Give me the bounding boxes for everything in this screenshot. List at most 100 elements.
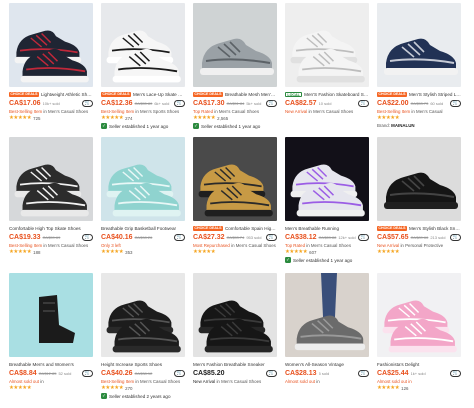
ranking-info[interactable]: Best-Selling Item in Men's Sports Shoes xyxy=(101,108,185,115)
ranking-key: New Arrival xyxy=(193,379,216,384)
ranking-info[interactable]: New Arrival in Men's Casual Shoes xyxy=(193,378,277,385)
product-card-6[interactable]: Comfortable High Top Skate Shoes CA$19.3… xyxy=(9,137,93,273)
ranking-info[interactable]: Almost sold out in xyxy=(377,378,461,385)
product-card-12[interactable]: Height Increase Sports Shoes CA$40.26 CA… xyxy=(101,273,185,403)
product-image[interactable] xyxy=(9,273,93,357)
product-card-3[interactable]: CHOICE DEALS Breathable Mesh Men's Runni… xyxy=(193,3,277,137)
shopping-cart-icon: 🛒 xyxy=(360,100,367,105)
product-title[interactable]: Breathable Grip Basketball Footwear xyxy=(101,226,185,231)
sold-count: 10k+ sold xyxy=(42,100,60,106)
product-card-5[interactable]: CHOICE DEALS Men'S Stylish Striped Lace-… xyxy=(377,3,461,137)
product-image[interactable] xyxy=(9,137,93,221)
add-to-cart-button[interactable]: 🛒 xyxy=(358,99,369,107)
ranking-info[interactable]: Best-Selling Item in Men's Casual Shoes xyxy=(101,378,185,385)
product-card-9[interactable]: Men's Breathable Running CA$38.12 CA$28.… xyxy=(285,137,369,273)
ranking-info[interactable]: Most Repurchased in Men's Casual Shoes xyxy=(193,242,277,249)
product-card-14[interactable]: Women's All-Season Vintage CA$28.13 5 so… xyxy=(285,273,369,403)
product-card-2[interactable]: CHOICE DEALS Men's Lace-Up Skate Sneaker… xyxy=(101,3,185,137)
rating-row: ★★★★★ 607 xyxy=(285,249,369,256)
title-row: CHOICE DEALS Men'S Stylish Striped Lace-… xyxy=(377,90,461,98)
product-card-13[interactable]: Men's Fashion Breathable Sneaker CA$85.2… xyxy=(193,273,277,403)
add-to-cart-button[interactable]: 🛒 xyxy=(450,369,461,377)
add-to-cart-button[interactable]: 🛒 xyxy=(174,99,185,107)
product-price: CA$22.00 xyxy=(377,99,409,107)
product-title[interactable]: Men'S Fashion Skateboard Sport xyxy=(304,92,369,97)
product-card-1[interactable]: CHOICE DEALS Lightweight Athletic Shoes … xyxy=(9,3,93,137)
product-card-8[interactable]: CHOICE DEALS Comfortable Spain High Top … xyxy=(193,137,277,273)
rating-row: ★★★★★ xyxy=(9,385,93,392)
price-row: CA$40.26 CA$38.12 🛒 xyxy=(101,368,185,378)
product-image[interactable] xyxy=(285,273,369,357)
ranking-info[interactable]: Only 3 left xyxy=(101,242,185,249)
ranking-category: in Men's Casual Shoes xyxy=(214,109,260,114)
rating-count: 353 xyxy=(125,250,133,255)
product-title[interactable]: Breathable Mesh Men's Running xyxy=(225,92,277,97)
title-row: CHOICE DEALS Lightweight Athletic Shoes xyxy=(9,90,93,98)
product-card-11[interactable]: Breathable Men's and Women's CA$8.84 CA$… xyxy=(9,273,93,403)
add-to-cart-button[interactable]: 🛒 xyxy=(450,233,461,241)
ranking-info[interactable]: Almost sold out in xyxy=(285,378,369,385)
product-card-4[interactable]: LOCAL Men'S Fashion Skateboard Sport CA$… xyxy=(285,3,369,137)
ranking-info[interactable]: New Arrival in Personal Protective xyxy=(377,242,461,249)
add-to-cart-button[interactable]: 🛒 xyxy=(82,99,93,107)
ranking-info[interactable]: New Arrival in Men's Casual Shoes xyxy=(285,108,369,115)
product-price: CA$57.65 xyxy=(377,233,409,241)
product-image[interactable] xyxy=(285,3,369,87)
product-image[interactable] xyxy=(193,273,277,357)
product-title[interactable]: Fashionista's Delight xyxy=(377,362,461,367)
ranking-category: in Men's Sports Shoes xyxy=(135,109,180,114)
ranking-category: in Men's Casual Shoes xyxy=(306,243,352,248)
product-image[interactable] xyxy=(193,3,277,87)
deal-tag: CHOICE DEALS xyxy=(193,91,223,97)
price-row: CA$19.33 CA$59.69 🛒 xyxy=(9,232,93,242)
ranking-info[interactable]: Best-Selling Item in Men's Casual xyxy=(377,108,461,115)
add-to-cart-button[interactable]: 🛒 xyxy=(358,369,369,377)
price-row: CA$8.84 CA$12.85 52 sold 🛒 xyxy=(9,368,93,378)
product-title[interactable]: Women's All-Season Vintage xyxy=(285,362,369,367)
product-title[interactable]: Men's Stylish Black Sneakers xyxy=(409,226,461,231)
add-to-cart-button[interactable]: 🛒 xyxy=(266,233,277,241)
product-card-7[interactable]: Breathable Grip Basketball Footwear CA$4… xyxy=(101,137,185,273)
ranking-info[interactable]: Top Rated in Men's Casual Shoes xyxy=(285,242,369,249)
product-image[interactable] xyxy=(193,137,277,221)
add-to-cart-button[interactable]: 🛒 xyxy=(450,99,461,107)
product-price: CA$85.20 xyxy=(193,369,225,377)
ranking-key: Top Rated xyxy=(193,109,214,114)
product-title[interactable]: Men'S Stylish Striped Lace-Up xyxy=(409,92,461,97)
ranking-info[interactable]: Top Rated in Men's Casual Shoes xyxy=(193,108,277,115)
ranking-category: in xyxy=(316,379,320,384)
product-image[interactable] xyxy=(101,273,185,357)
ranking-info[interactable]: Best-Selling Item in Men's Casual Shoes xyxy=(9,242,93,249)
product-image[interactable] xyxy=(377,273,461,357)
add-to-cart-button[interactable]: 🛒 xyxy=(174,369,185,377)
add-to-cart-button[interactable]: 🛒 xyxy=(174,233,185,241)
product-title[interactable]: Height Increase Sports Shoes xyxy=(101,362,185,367)
product-title[interactable]: Men's Lace-Up Skate Sneakers xyxy=(133,92,185,97)
price-row: CA$17.06 10k+ sold 🛒 xyxy=(9,98,93,108)
product-card-10[interactable]: CHOICE DEALS Men's Stylish Black Sneaker… xyxy=(377,137,461,273)
price-row: CA$40.16 CA$98.26 🛒 xyxy=(101,232,185,242)
product-title[interactable]: Men's Fashion Breathable Sneaker xyxy=(193,362,277,367)
product-card-15[interactable]: Fashionista's Delight CA$25.44 1k+ sold … xyxy=(377,273,461,403)
product-image[interactable] xyxy=(101,3,185,87)
product-image[interactable] xyxy=(9,3,93,87)
product-image[interactable] xyxy=(101,137,185,221)
product-title[interactable]: Lightweight Athletic Shoes xyxy=(41,92,93,97)
ranking-key: New Arrival xyxy=(285,109,308,114)
add-to-cart-button[interactable]: 🛒 xyxy=(266,99,277,107)
product-title[interactable]: Breathable Men's and Women's xyxy=(9,362,93,367)
add-to-cart-button[interactable]: 🛒 xyxy=(266,369,277,377)
star-rating-icon: ★★★★★ xyxy=(377,249,400,255)
product-title[interactable]: Men's Breathable Running xyxy=(285,226,369,231)
ranking-info[interactable]: Almost sold out in xyxy=(9,378,93,385)
product-image[interactable] xyxy=(285,137,369,221)
rating-row: ★★★★★ 274 xyxy=(101,115,185,122)
product-image[interactable] xyxy=(377,3,461,87)
product-image[interactable] xyxy=(377,137,461,221)
add-to-cart-button[interactable]: 🛒 xyxy=(82,369,93,377)
ranking-info[interactable]: Best-Selling Item in Men's Casual Shoes xyxy=(9,108,93,115)
add-to-cart-button[interactable]: 🛒 xyxy=(82,233,93,241)
product-title[interactable]: Comfortable High Top Skate Shoes xyxy=(9,226,93,231)
product-title[interactable]: Comfortable Spain High Top xyxy=(225,226,277,231)
add-to-cart-button[interactable]: 🛒 xyxy=(358,233,369,241)
